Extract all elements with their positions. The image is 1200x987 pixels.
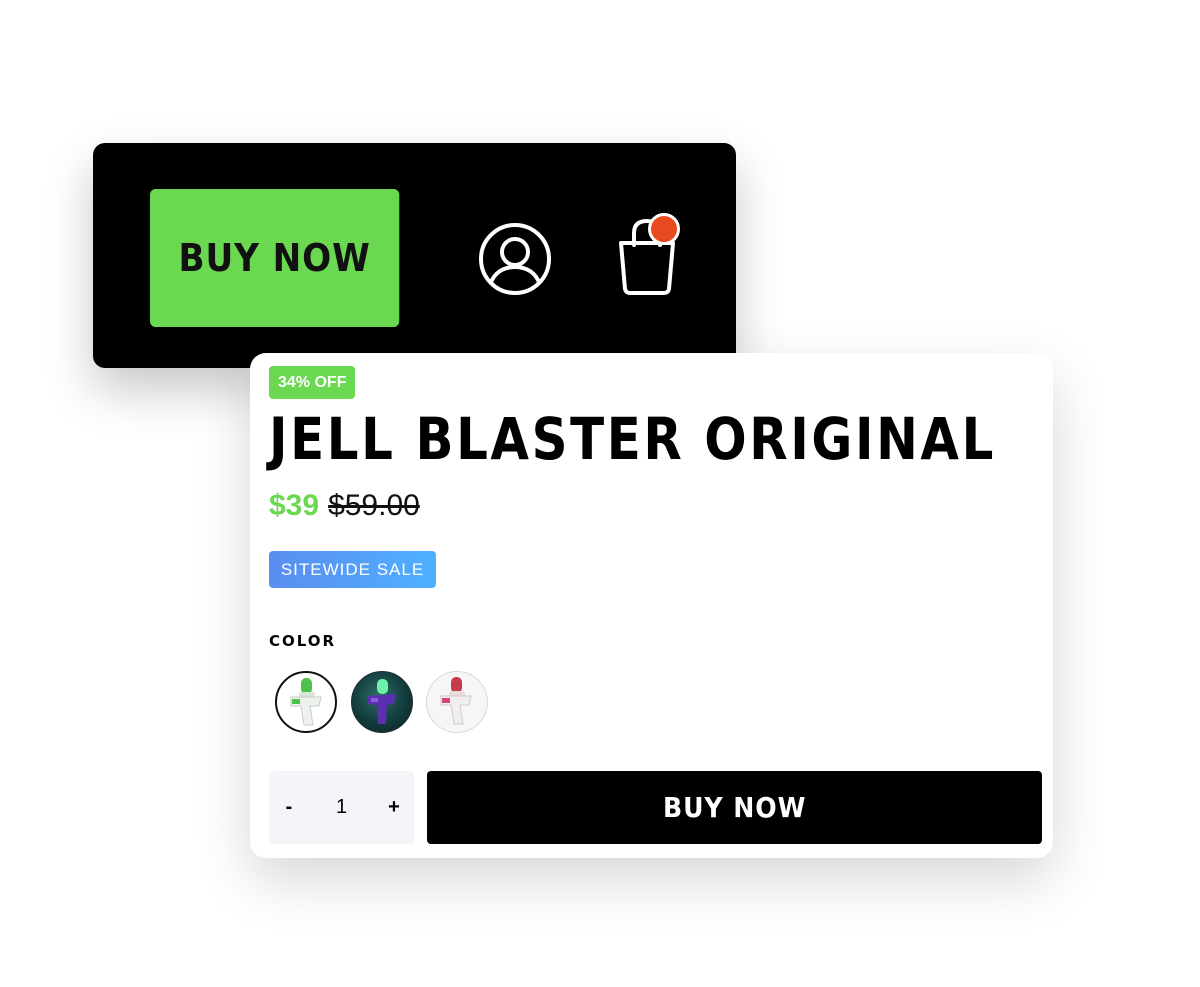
original-price: $59.00 xyxy=(328,489,420,522)
product-card: 34% OFF JELL BLASTER ORIGINAL $39 $59.00… xyxy=(250,353,1053,858)
quantity-input[interactable] xyxy=(314,789,369,825)
red-white-blaster-icon xyxy=(440,677,472,725)
price-row: $39 $59.00 xyxy=(269,489,420,523)
product-title: JELL BLASTER ORIGINAL xyxy=(269,405,996,473)
quantity-stepper: - + xyxy=(269,771,414,844)
quantity-increase-button[interactable]: + xyxy=(374,771,414,844)
color-swatch-red-white[interactable] xyxy=(426,671,488,733)
green-white-blaster-icon xyxy=(290,678,322,726)
sale-price: $39 xyxy=(269,489,320,522)
color-swatch-purple-green[interactable] xyxy=(351,671,413,733)
header-bar: BUY NOW xyxy=(93,143,736,368)
color-label: COLOR xyxy=(269,632,337,650)
buy-now-label: BUY NOW xyxy=(662,791,807,824)
quantity-decrease-button[interactable]: - xyxy=(269,771,309,844)
header-buy-now-button[interactable]: BUY NOW xyxy=(150,189,400,327)
cart-notification-badge xyxy=(648,213,680,245)
purple-green-blaster-icon xyxy=(368,679,396,724)
buy-now-button[interactable]: BUY NOW xyxy=(427,771,1042,844)
discount-badge: 34% OFF xyxy=(269,366,356,399)
user-circle-icon[interactable] xyxy=(477,221,553,297)
color-swatch-green-white[interactable] xyxy=(275,671,337,733)
sitewide-sale-tag: SITEWIDE SALE xyxy=(269,551,436,588)
